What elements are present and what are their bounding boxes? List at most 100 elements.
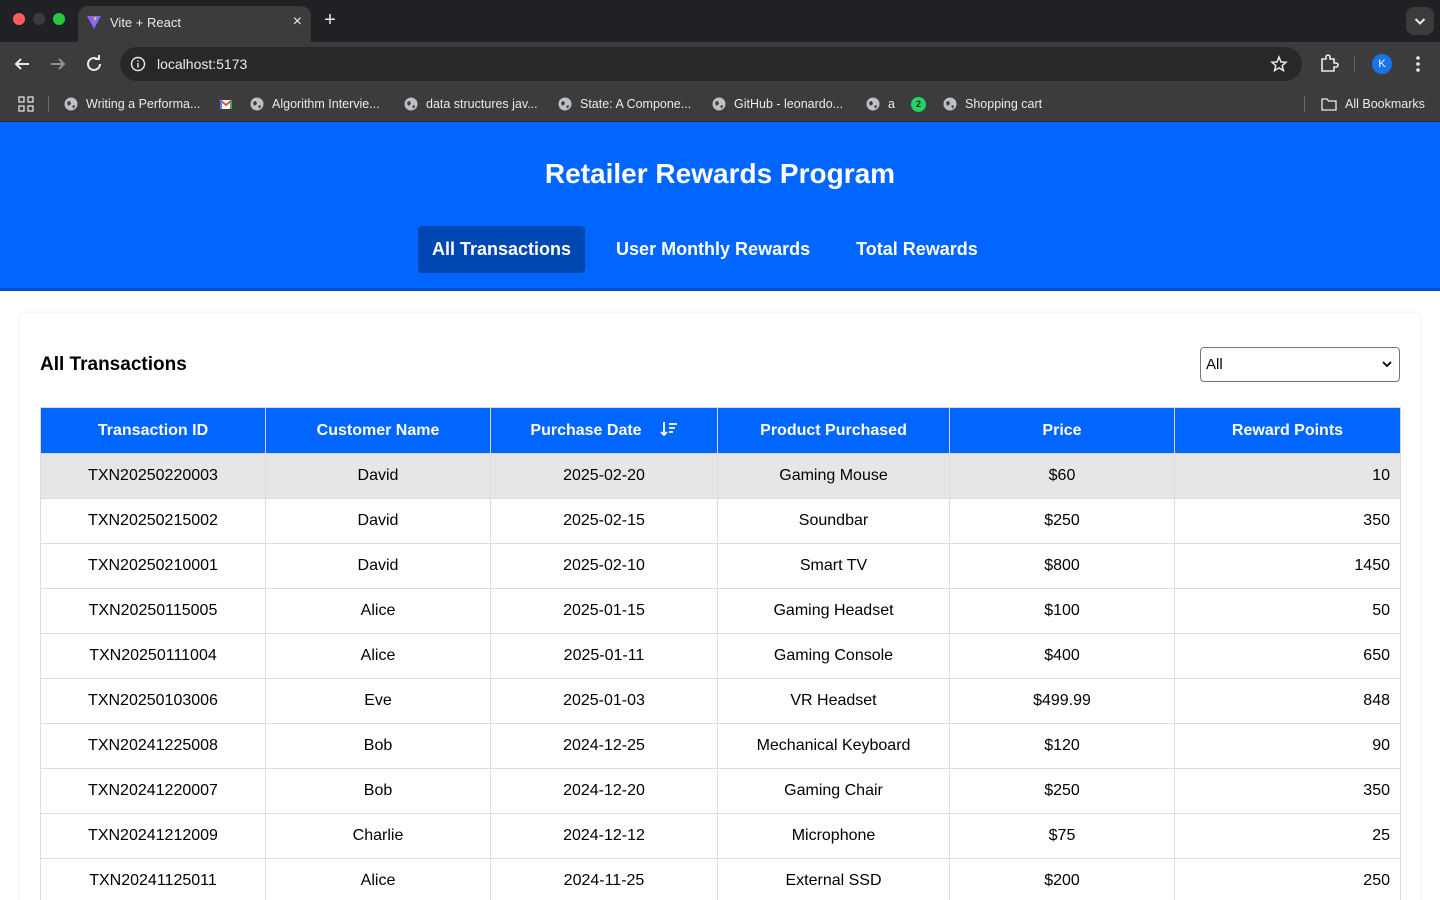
cell-customer-name: Alice [265,633,491,679]
cell-transaction-id: TXN20241212009 [40,813,266,859]
bookmark-item[interactable]: Algorithm Intervie... [250,94,380,114]
cell-price: $800 [949,543,1175,589]
column-header-reward-points: Reward Points [1174,407,1401,454]
bookmark-star-icon[interactable] [1270,55,1288,73]
table-row[interactable]: TXN20250215002 David 2025-02-15 Soundbar… [40,498,1401,544]
tab-search-button[interactable] [1406,7,1434,35]
bookmark-label: GitHub - leonardo... [734,97,844,111]
bookmarks-divider [48,96,49,112]
cell-reward-points: 350 [1174,768,1401,814]
window-maximize-button[interactable] [53,13,65,25]
bookmark-item[interactable]: data structures jav... [404,94,538,114]
toolbar-divider [1354,56,1355,72]
table-row[interactable]: TXN20250210001 David 2025-02-10 Smart TV… [40,543,1401,589]
transactions-card: All Transactions All Transaction ID Cust… [20,313,1420,900]
table-header-row: Transaction ID Customer Name Purchase Da… [40,407,1401,454]
cell-product: External SSD [717,858,950,900]
bookmark-label: Shopping cart [965,97,1043,111]
apps-grid-icon[interactable] [18,96,34,112]
profile-avatar[interactable]: K [1372,54,1392,74]
all-bookmarks-label: All Bookmarks [1345,97,1425,111]
reload-icon[interactable] [82,52,106,76]
globe-icon [404,97,418,111]
cell-purchase-date: 2024-11-25 [490,858,718,900]
back-arrow-icon[interactable] [10,52,34,76]
tab-close-icon[interactable]: × [293,12,302,32]
window-minimize-button[interactable] [33,13,45,25]
cell-transaction-id: TXN20250103006 [40,678,266,724]
column-header-customer-name: Customer Name [265,407,491,454]
chevron-down-icon [1382,361,1392,368]
table-row[interactable]: TXN20241125011 Alice 2024-11-25 External… [40,858,1401,900]
all-bookmarks-button[interactable]: All Bookmarks [1321,94,1425,114]
column-header-price: Price [949,407,1175,454]
table-row[interactable]: TXN20250115005 Alice 2025-01-15 Gaming H… [40,588,1401,634]
extensions-puzzle-icon[interactable] [1318,52,1340,74]
cell-purchase-date: 2025-01-15 [490,588,718,634]
page-title: Retailer Rewards Program [544,158,896,189]
cell-price: $60 [949,453,1175,499]
folder-icon [1321,98,1337,111]
customer-filter-select[interactable]: All [1200,347,1400,382]
cell-purchase-date: 2025-01-11 [490,633,718,679]
section-title: All Transactions [40,354,187,375]
table-row[interactable]: TXN20250103006 Eve 2025-01-03 VR Headset… [40,678,1401,724]
cell-product: Gaming Headset [717,588,950,634]
cell-price: $400 [949,633,1175,679]
tab-total-rewards[interactable]: Total Rewards [842,226,992,273]
cell-product: Microphone [717,813,950,859]
cell-transaction-id: TXN20241125011 [40,858,266,900]
cell-purchase-date: 2024-12-12 [490,813,718,859]
cell-price: $250 [949,498,1175,544]
site-info-icon[interactable] [130,56,146,72]
cell-price: $200 [949,858,1175,900]
column-header-purchase-date[interactable]: Purchase Date [490,407,718,454]
cell-customer-name: Bob [265,723,491,769]
bookmark-gmail[interactable] [219,94,233,114]
sort-descending-icon[interactable] [659,421,678,437]
tab-all-transactions[interactable]: All Transactions [418,226,586,273]
address-bar[interactable]: localhost:5173 [120,47,1302,81]
browser-menu-icon[interactable] [1407,52,1429,76]
bookmark-item[interactable]: Writing a Performa... [64,94,200,114]
bookmark-label: Writing a Performa... [86,97,201,111]
forward-arrow-icon[interactable] [46,52,70,76]
cell-purchase-date: 2025-02-15 [490,498,718,544]
cell-product: Gaming Console [717,633,950,679]
cell-product: Soundbar [717,498,950,544]
url-text: localhost:5173 [157,56,248,72]
tab-user-monthly-rewards[interactable]: User Monthly Rewards [602,226,824,273]
table-row[interactable]: TXN20250111004 Alice 2025-01-11 Gaming C… [40,633,1401,679]
table-row[interactable]: TXN20241220007 Bob 2024-12-20 Gaming Cha… [40,768,1401,814]
vite-logo-icon [87,16,101,29]
cell-reward-points: 50 [1174,588,1401,634]
bookmark-item[interactable]: State: A Compone... [558,94,691,114]
cell-purchase-date: 2025-01-03 [490,678,718,724]
cell-customer-name: Alice [265,858,491,900]
table-row[interactable]: TXN20250220003 David 2025-02-20 Gaming M… [40,453,1401,499]
table-row[interactable]: TXN20241225008 Bob 2024-12-25 Mechanical… [40,723,1401,769]
cell-price: $250 [949,768,1175,814]
column-header-transaction-id: Transaction ID [40,407,266,454]
cell-purchase-date: 2024-12-20 [490,768,718,814]
new-tab-button[interactable]: + [319,8,341,32]
bookmark-item[interactable]: a [866,94,895,114]
bookmark-item[interactable]: Shopping cart [943,94,1042,114]
cell-reward-points: 848 [1174,678,1401,724]
window-close-button[interactable] [13,13,25,25]
filter-selected-value: All [1206,356,1223,373]
bookmark-whatsapp[interactable]: 2 [911,94,926,114]
bookmark-item[interactable]: GitHub - leonardo... [712,94,843,114]
browser-tab-active[interactable]: Vite + React × [78,6,311,42]
column-header-product: Product Purchased [717,407,950,454]
gmail-icon [219,99,233,109]
globe-icon [64,97,78,111]
bookmarks-bar: Writing a Performa... Algorithm Intervie… [0,86,1440,122]
cell-customer-name: David [265,543,491,589]
bookmarks-divider [1304,96,1305,112]
table-row[interactable]: TXN20241212009 Charlie 2024-12-12 Microp… [40,813,1401,859]
cell-reward-points: 250 [1174,858,1401,900]
cell-price: $75 [949,813,1175,859]
cell-product: Gaming Mouse [717,453,950,499]
cell-purchase-date: 2025-02-20 [490,453,718,499]
